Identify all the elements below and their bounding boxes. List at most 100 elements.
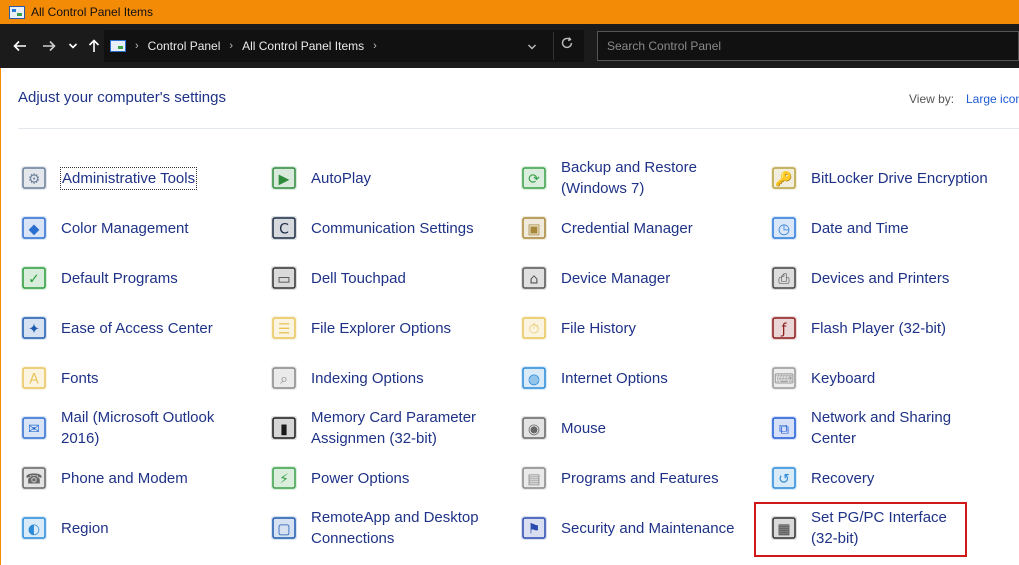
control-panel-item[interactable]: ⚑ Security and Maintenance bbox=[518, 506, 734, 550]
control-panel-item[interactable]: ƒ Flash Player (32-bit) bbox=[768, 306, 946, 350]
control-panel-item[interactable]: ⌕ Indexing Options bbox=[268, 356, 424, 400]
control-panel-item-label: Dell Touchpad bbox=[311, 269, 406, 287]
control-panel-item[interactable]: ⚡ Power Options bbox=[268, 456, 409, 500]
svg-text:▭: ▭ bbox=[277, 272, 290, 288]
keyboard-icon: ⌨ bbox=[768, 362, 800, 394]
admin-tools-icon: ⚙ bbox=[18, 162, 50, 194]
svg-text:⌨: ⌨ bbox=[774, 372, 794, 388]
control-panel-item[interactable]: ▭ Dell Touchpad bbox=[268, 256, 406, 300]
backup-restore-icon: ⟳ bbox=[518, 162, 550, 194]
control-panel-item[interactable]: ◐ Region bbox=[18, 506, 109, 550]
control-panel-item-label: Device Manager bbox=[561, 269, 671, 287]
control-panel-item[interactable]: ▤ Programs and Features bbox=[518, 456, 719, 500]
control-panel-item-label: Communication Settings bbox=[311, 219, 474, 237]
back-arrow-icon[interactable] bbox=[11, 36, 29, 56]
selection-highlight-box bbox=[754, 502, 967, 557]
control-panel-item[interactable]: ✓ Default Programs bbox=[18, 256, 178, 300]
control-panel-item-label: Power Options bbox=[311, 469, 410, 487]
control-panel-item-label: File Explorer Options bbox=[311, 319, 452, 337]
control-panel-item[interactable]: ◷ Date and Time bbox=[768, 206, 909, 250]
svg-text:◉: ◉ bbox=[528, 422, 540, 438]
breadcrumb-all-items[interactable]: All Control Panel Items bbox=[242, 39, 364, 53]
svg-text:⚑: ⚑ bbox=[528, 522, 541, 538]
control-panel-item[interactable]: ⧉ Network and Sharing Center bbox=[768, 406, 951, 450]
recent-locations-chevron-icon[interactable] bbox=[67, 36, 79, 56]
control-panel-item[interactable]: 🔑 BitLocker Drive Encryption bbox=[768, 156, 988, 200]
address-bar[interactable]: › Control Panel › All Control Panel Item… bbox=[104, 30, 584, 62]
control-panel-item[interactable]: ⌨ Keyboard bbox=[768, 356, 875, 400]
bitlocker-icon: 🔑 bbox=[768, 162, 800, 194]
breadcrumb-chevron-icon[interactable]: › bbox=[135, 40, 139, 52]
address-dropdown-chevron-icon[interactable] bbox=[527, 38, 537, 56]
forward-arrow-icon[interactable] bbox=[40, 36, 58, 56]
date-time-icon: ◷ bbox=[768, 212, 800, 244]
control-panel-item[interactable]: ⟳ Backup and Restore (Windows 7) bbox=[518, 156, 697, 200]
control-panel-item[interactable]: ▮ Memory Card Parameter Assignmen (32-bit… bbox=[268, 406, 476, 450]
svg-text:☎: ☎ bbox=[25, 472, 42, 488]
control-panel-item-label: Credential Manager bbox=[561, 219, 693, 237]
ease-of-access-icon: ✦ bbox=[18, 312, 50, 344]
mail-icon: ✉ bbox=[18, 412, 50, 444]
mouse-icon: ◉ bbox=[518, 412, 550, 444]
control-panel-item-label: Recovery bbox=[811, 469, 875, 487]
svg-text:☰: ☰ bbox=[278, 322, 291, 338]
control-panel-item-label: Region bbox=[61, 519, 109, 537]
breadcrumb-control-panel[interactable]: Control Panel bbox=[148, 39, 221, 53]
breadcrumb-chevron-icon[interactable]: › bbox=[373, 40, 377, 52]
svg-text:▤: ▤ bbox=[527, 472, 540, 488]
search-input[interactable]: Search Control Panel bbox=[597, 31, 1019, 61]
power-options-icon: ⚡ bbox=[268, 462, 300, 494]
control-panel-item[interactable]: ◍ Internet Options bbox=[518, 356, 668, 400]
control-panel-item[interactable]: ◆ Color Management bbox=[18, 206, 189, 250]
up-arrow-icon[interactable] bbox=[85, 36, 103, 56]
touchpad-icon: ▭ bbox=[268, 262, 300, 294]
control-panel-item[interactable]: ⌂ Device Manager bbox=[518, 256, 670, 300]
control-panel-item[interactable]: ✉ Mail (Microsoft Outlook 2016) bbox=[18, 406, 214, 450]
control-panel-item[interactable]: ▢ RemoteApp and Desktop Connections bbox=[268, 506, 479, 550]
control-panel-item-label: Programs and Features bbox=[561, 469, 719, 487]
svg-text:▮: ▮ bbox=[280, 422, 288, 438]
refresh-icon[interactable] bbox=[560, 36, 574, 55]
svg-text:⧉: ⧉ bbox=[779, 422, 789, 438]
svg-text:C: C bbox=[279, 222, 289, 238]
breadcrumb-chevron-icon[interactable]: › bbox=[229, 40, 233, 52]
control-panel-item-label: Date and Time bbox=[811, 219, 909, 237]
control-panel-item-label: Administrative Tools bbox=[59, 166, 198, 190]
navigation-bar: › Control Panel › All Control Panel Item… bbox=[0, 24, 1019, 68]
control-panel-icon bbox=[110, 40, 126, 52]
control-panel-item[interactable]: ▣ Credential Manager bbox=[518, 206, 693, 250]
svg-text:▶: ▶ bbox=[279, 172, 290, 188]
programs-features-icon: ▤ bbox=[518, 462, 550, 494]
view-by-dropdown[interactable]: Large icons bbox=[966, 92, 1019, 106]
control-panel-item-label: BitLocker Drive Encryption bbox=[811, 169, 988, 187]
svg-text:◍: ◍ bbox=[528, 372, 540, 388]
svg-text:↺: ↺ bbox=[778, 472, 790, 488]
control-panel-item[interactable]: C Communication Settings bbox=[268, 206, 474, 250]
control-panel-item[interactable]: ▶ AutoPlay bbox=[268, 156, 371, 200]
svg-text:⏱: ⏱ bbox=[529, 322, 540, 338]
control-panel-item[interactable]: ⚙ Administrative Tools bbox=[18, 156, 198, 200]
view-by-label: View by: bbox=[909, 92, 955, 106]
svg-text:◆: ◆ bbox=[29, 222, 40, 238]
control-panel-item[interactable]: ☰ File Explorer Options bbox=[268, 306, 451, 350]
control-panel-item[interactable]: ☎ Phone and Modem bbox=[18, 456, 188, 500]
control-panel-item-label: Mail (Microsoft Outlook 2016) bbox=[61, 409, 215, 447]
control-panel-item-label: Keyboard bbox=[811, 369, 876, 387]
control-panel-item[interactable]: A Fonts bbox=[18, 356, 99, 400]
control-panel-item-label: Flash Player (32-bit) bbox=[811, 319, 947, 337]
control-panel-item[interactable]: ◉ Mouse bbox=[518, 406, 606, 450]
window-title: All Control Panel Items bbox=[31, 5, 154, 19]
control-panel-item-label: Network and Sharing Center bbox=[811, 409, 952, 447]
window-border bbox=[0, 68, 1, 565]
control-panel-item[interactable]: ⏱ File History bbox=[518, 306, 636, 350]
svg-text:⚡: ⚡ bbox=[279, 472, 289, 488]
control-panel-item[interactable]: ✦ Ease of Access Center bbox=[18, 306, 213, 350]
default-programs-icon: ✓ bbox=[18, 262, 50, 294]
control-panel-icon bbox=[9, 5, 25, 19]
control-panel-item[interactable]: ↺ Recovery bbox=[768, 456, 874, 500]
control-panel-item[interactable]: ⎙ Devices and Printers bbox=[768, 256, 949, 300]
svg-text:◷: ◷ bbox=[778, 222, 790, 238]
control-panel-item-label: AutoPlay bbox=[311, 169, 372, 187]
svg-text:A: A bbox=[29, 372, 39, 388]
svg-text:⌕: ⌕ bbox=[280, 372, 288, 388]
